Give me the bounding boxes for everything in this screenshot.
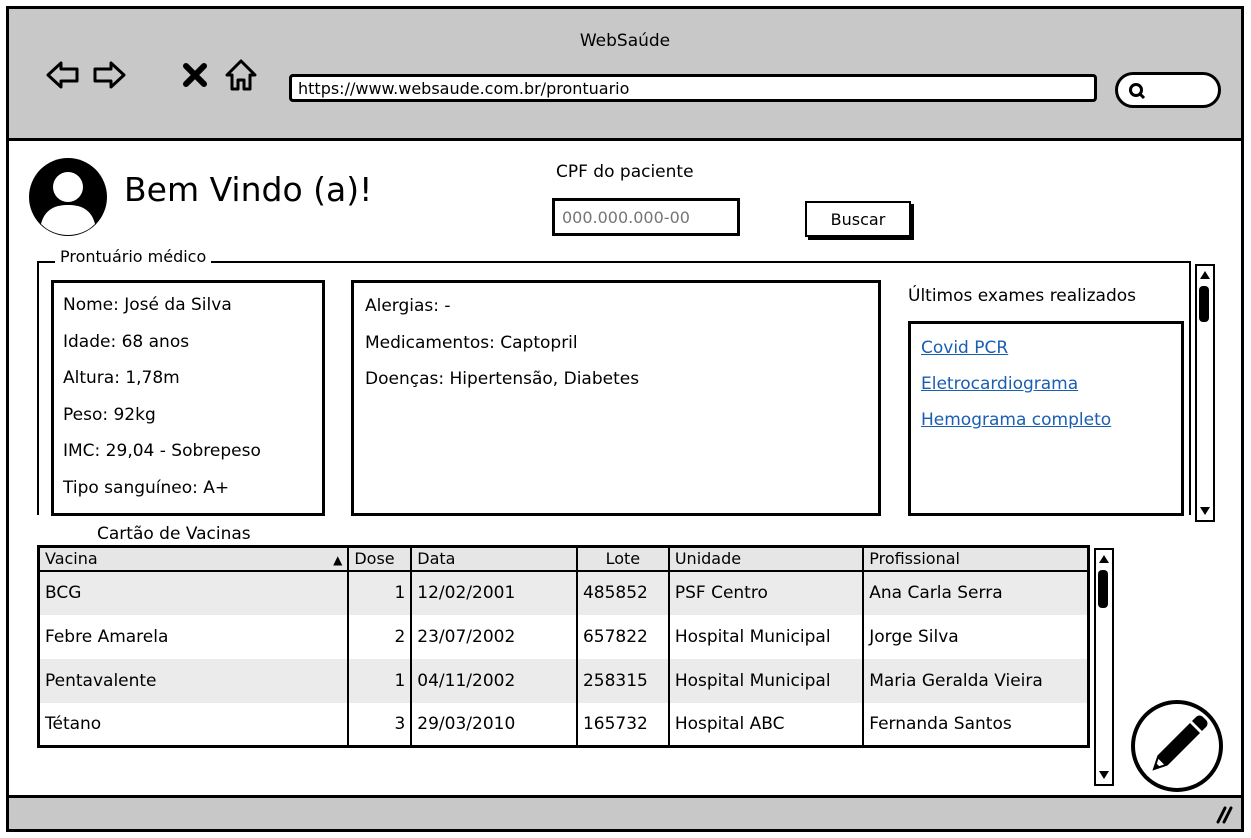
medications-text: Medicamentos: Captopril — [365, 332, 578, 353]
back-button[interactable] — [45, 57, 81, 93]
scroll-thumb[interactable] — [1098, 570, 1108, 608]
record-scrollbar[interactable] — [1195, 264, 1215, 522]
recent-exams-title: Últimos exames realizados — [908, 286, 1137, 306]
vaccine-card-title: Cartão de Vacinas — [97, 524, 251, 544]
exam-link[interactable]: Hemograma completo — [921, 402, 1171, 438]
cell-dose: 2 — [347, 614, 412, 659]
browser-titlebar: WebSaúde https://www.websaude.com.br/pro… — [9, 9, 1241, 141]
cell-lote: 258315 — [575, 658, 669, 703]
patient-bmi: IMC: 29,04 - Sobrepeso — [63, 441, 261, 461]
home-icon — [225, 59, 257, 91]
cell-lote: 485852 — [575, 570, 669, 615]
column-header-vacina[interactable]: Vacina ▲ — [38, 546, 349, 572]
cell-unidade: Hospital Municipal — [667, 614, 864, 659]
cpf-input[interactable] — [552, 198, 740, 236]
cell-unidade: Hospital Municipal — [667, 658, 864, 703]
column-header-profissional[interactable]: Profissional — [862, 546, 1089, 572]
patient-weight: Peso: 92kg — [63, 404, 156, 425]
cell-lote: 657822 — [575, 614, 669, 659]
cell-dose: 1 — [347, 570, 412, 615]
patient-info-panel: Nome: José da Silva Idade: 68 anos Altur… — [51, 280, 325, 516]
cell-dose: 1 — [347, 658, 412, 703]
table-row[interactable]: BCG 1 12/02/2001 485852 PSF Centro Ana C… — [38, 570, 1089, 615]
patient-height: Altura: 1,78m — [63, 368, 180, 388]
cell-data: 12/02/2001 — [410, 570, 577, 615]
cell-profissional: Jorge Silva — [862, 614, 1089, 659]
cell-vacina: Pentavalente — [38, 658, 349, 703]
table-row[interactable]: Tétano 3 29/03/2010 165732 Hospital ABC … — [38, 702, 1089, 747]
close-icon — [183, 63, 207, 87]
cell-lote: 165732 — [575, 702, 669, 747]
page-content: Bem Vindo (a)! CPF do paciente Buscar Pr… — [9, 144, 1241, 792]
scroll-up-icon[interactable] — [1097, 552, 1111, 566]
forward-button[interactable] — [91, 57, 127, 93]
cpf-label: CPF do paciente — [556, 162, 694, 182]
search-patient-button[interactable]: Buscar — [805, 201, 911, 237]
allergies-text: Alergias: - — [365, 296, 451, 316]
edit-button[interactable] — [1130, 699, 1224, 793]
welcome-heading: Bem Vindo (a)! — [124, 170, 373, 209]
exam-link[interactable]: Eletrocardiograma — [921, 366, 1171, 402]
patient-age: Idade: 68 anos — [63, 331, 190, 352]
vaccine-table-scrollbar[interactable] — [1094, 548, 1114, 786]
table-header-row: Vacina ▲ Dose Data Lote Unidade Profissio… — [38, 546, 1089, 572]
arrow-right-icon — [93, 61, 126, 89]
patient-name: Nome: José da Silva — [63, 295, 232, 315]
cell-data: 23/07/2002 — [410, 614, 577, 659]
cell-unidade: Hospital ABC — [667, 702, 864, 747]
browser-statusbar — [9, 795, 1241, 829]
scroll-thumb[interactable] — [1199, 286, 1209, 322]
home-button[interactable] — [223, 57, 259, 93]
column-header-lote[interactable]: Lote — [575, 546, 669, 572]
health-info-panel: Alergias: - Medicamentos: Captopril Doen… — [351, 280, 881, 516]
avatar — [29, 158, 107, 236]
browser-window: WebSaúde https://www.websaude.com.br/pro… — [6, 6, 1244, 832]
diseases-text: Doenças: Hipertensão, Diabetes — [365, 369, 640, 389]
cell-unidade: PSF Centro — [667, 570, 864, 615]
patient-blood-type: Tipo sanguíneo: A+ — [63, 477, 230, 498]
scroll-up-icon[interactable] — [1198, 268, 1212, 282]
search-icon — [1129, 83, 1146, 100]
window-title: WebSaúde — [579, 31, 671, 51]
column-header-data[interactable]: Data — [410, 546, 577, 572]
cell-profissional: Fernanda Santos — [862, 702, 1089, 747]
resize-handle-icon[interactable] — [1215, 804, 1233, 824]
cell-vacina: Febre Amarela — [38, 614, 349, 659]
exam-link[interactable]: Covid PCR — [921, 330, 1171, 366]
cell-data: 29/03/2010 — [410, 702, 577, 747]
scroll-down-icon[interactable] — [1198, 504, 1212, 518]
table-row[interactable]: Febre Amarela 2 23/07/2002 657822 Hospit… — [38, 614, 1089, 659]
cell-dose: 3 — [347, 702, 412, 747]
sort-asc-icon: ▲ — [333, 553, 343, 568]
cell-vacina: Tétano — [38, 702, 349, 747]
medical-record-legend: Prontuário médico — [55, 247, 212, 266]
table-row[interactable]: Pentavalente 1 04/11/2002 258315 Hospita… — [38, 658, 1089, 703]
column-header-unidade[interactable]: Unidade — [667, 546, 864, 572]
cell-profissional: Maria Geralda Vieira — [862, 658, 1089, 703]
recent-exams-list: Covid PCR Eletrocardiograma Hemograma co… — [908, 321, 1184, 516]
cell-profissional: Ana Carla Serra — [862, 570, 1089, 615]
column-header-dose[interactable]: Dose — [347, 546, 412, 572]
cell-vacina: BCG — [38, 570, 349, 615]
stop-button[interactable] — [177, 57, 213, 93]
arrow-left-icon — [46, 61, 79, 89]
scroll-down-icon[interactable] — [1097, 768, 1111, 782]
browser-search-button[interactable] — [1115, 72, 1221, 108]
vaccine-table: Vacina ▲ Dose Data Lote Unidade Profissio… — [37, 545, 1090, 748]
url-input[interactable]: https://www.websaude.com.br/prontuario — [289, 74, 1097, 102]
cell-data: 04/11/2002 — [410, 658, 577, 703]
